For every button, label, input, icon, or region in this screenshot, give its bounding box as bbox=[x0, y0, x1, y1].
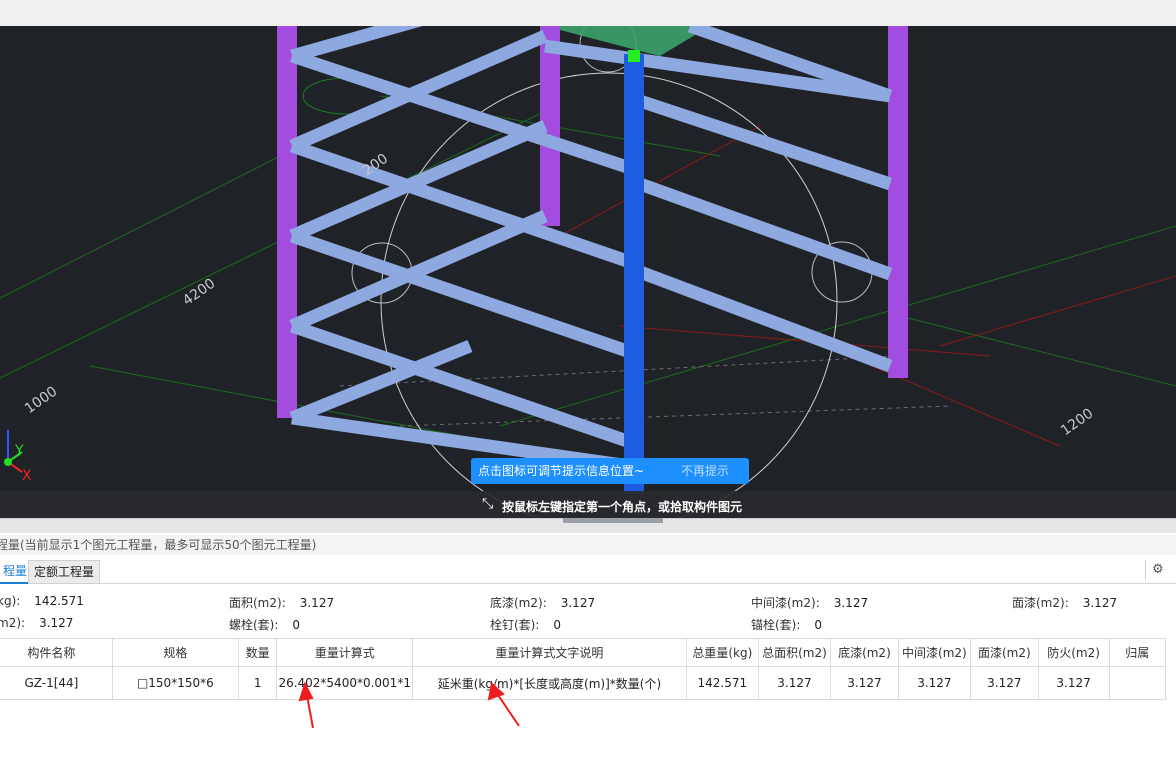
3d-model-viewport[interactable]: 200 4200 1000 1200 Y X 点击图标可调节提示信息位置~ 不再… bbox=[0, 26, 1176, 518]
column-header: 底漆(m2) bbox=[830, 638, 899, 667]
quantity-summary: kg): 142.571 面积(m2): 3.127 底漆(m2): 3.127 中间… bbox=[0, 590, 1176, 636]
structure-drawing bbox=[0, 26, 1176, 518]
summary-item: 螺栓(套): 0 bbox=[229, 618, 301, 632]
table-cell: □150*150*6 bbox=[111, 666, 239, 700]
table-cell: GZ-1[44] bbox=[0, 666, 113, 700]
summary-item: 栓钉(套): 0 bbox=[490, 618, 562, 632]
splitter-handle[interactable] bbox=[563, 518, 663, 523]
column-header: 防火(m2) bbox=[1037, 638, 1110, 667]
column-header: 构件名称 bbox=[0, 638, 113, 667]
column-header: 中间漆(m2) bbox=[897, 638, 972, 667]
crosshair-arrows-icon: ⤡ bbox=[482, 496, 494, 512]
axis-y-label: Y bbox=[15, 443, 24, 459]
summary-item: 底漆(m2): 3.127 bbox=[490, 596, 596, 610]
quantity-table: 构件名称 规格 数量 重量计算式 重量计算式文字说明 总重量(kg) 总面积(m… bbox=[0, 638, 1167, 700]
table-cell: 3.127 bbox=[1037, 666, 1110, 700]
summary-item: 面漆(m2): 3.127 bbox=[1012, 596, 1118, 610]
axis-x-label: X bbox=[22, 468, 32, 484]
table-cell: 1 bbox=[237, 666, 278, 700]
table-cell: 延米重(kg/m)*[长度或高度(m)]*数量(个) bbox=[411, 666, 687, 700]
table-cell: 3.127 bbox=[970, 666, 1039, 700]
table-cell: 26.402*5400*0.001*1 bbox=[276, 666, 413, 700]
panel-splitter[interactable] bbox=[0, 518, 1176, 533]
quantity-tabs: 程量 定额工程量 ⚙ bbox=[0, 557, 1176, 584]
column-header: 重量计算式文字说明 bbox=[411, 638, 687, 667]
column-header: 数量 bbox=[237, 638, 278, 667]
summary-item: kg): 142.571 bbox=[0, 594, 84, 608]
column-header: 总面积(m2) bbox=[757, 638, 832, 667]
column-header: 重量计算式 bbox=[276, 638, 413, 667]
table-cell: 3.127 bbox=[897, 666, 972, 700]
top-toolbar-strip bbox=[0, 0, 1176, 27]
summary-item: 面积(m2): 3.127 bbox=[229, 596, 335, 610]
table-header-row: 构件名称 规格 数量 重量计算式 重量计算式文字说明 总重量(kg) 总面积(m… bbox=[0, 638, 1167, 667]
command-prompt-text: 按鼠标左键指定第一个角点，或拾取构件图元 bbox=[502, 500, 743, 514]
quantity-panel-title: 程量(当前显示1个图元工程量，最多可显示50个图元工程量) bbox=[0, 535, 1176, 555]
column-header: 规格 bbox=[111, 638, 239, 667]
dismiss-tip-link[interactable]: 不再提示 bbox=[681, 458, 729, 484]
table-cell: 142.571 bbox=[685, 666, 759, 700]
panel-title-text: 程量(当前显示1个图元工程量，最多可显示50个图元工程量) bbox=[0, 538, 317, 552]
table-row[interactable]: GZ-1[44] □150*150*6 1 26.402*5400*0.001*… bbox=[0, 666, 1167, 700]
column-header: 面漆(m2) bbox=[970, 638, 1039, 667]
table-cell bbox=[1108, 666, 1167, 700]
tip-text: 点击图标可调节提示信息位置~ bbox=[478, 464, 645, 478]
table-cell: 3.127 bbox=[830, 666, 899, 700]
settings-icon[interactable]: ⚙ bbox=[1145, 560, 1176, 580]
table-cell: 3.127 bbox=[757, 666, 832, 700]
command-status-bar: ⤡ 按鼠标左键指定第一个角点，或拾取构件图元 bbox=[0, 491, 1176, 518]
summary-item: m2): 3.127 bbox=[0, 616, 74, 630]
tab-quota-quantity[interactable]: 定额工程量 bbox=[28, 560, 101, 584]
summary-item: 中间漆(m2): 3.127 bbox=[751, 596, 869, 610]
column-header: 归属 bbox=[1108, 638, 1167, 667]
column-header: 总重量(kg) bbox=[685, 638, 759, 667]
summary-item: 锚栓(套): 0 bbox=[751, 618, 823, 632]
tip-popup[interactable]: 点击图标可调节提示信息位置~ 不再提示 bbox=[471, 458, 749, 484]
